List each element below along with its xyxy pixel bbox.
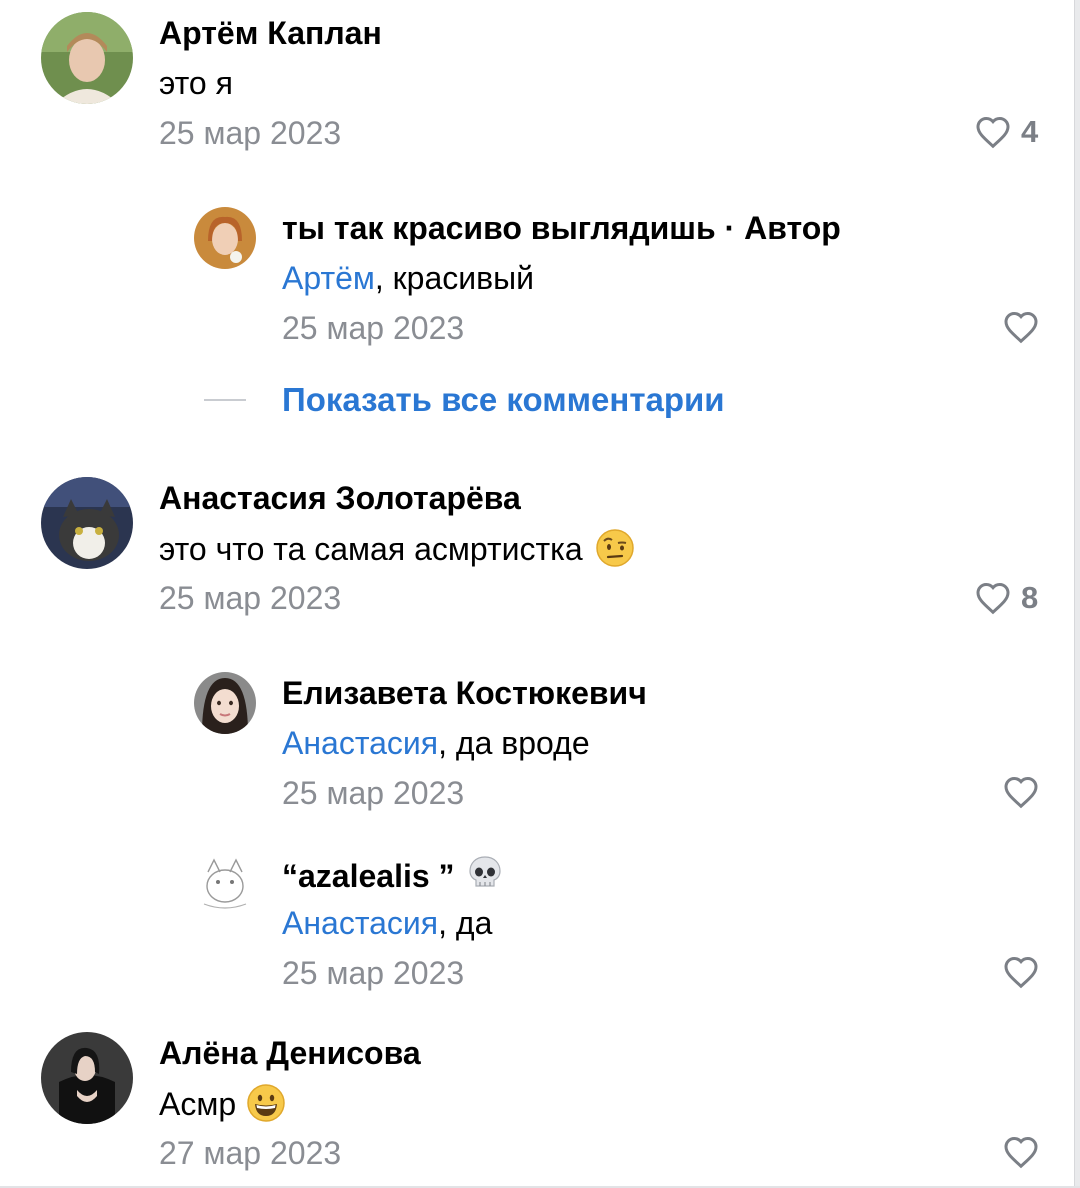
divider-dash bbox=[204, 399, 246, 401]
reply-text-body: , да вроде bbox=[438, 725, 590, 761]
avatar[interactable] bbox=[41, 477, 133, 569]
heart-icon bbox=[976, 116, 1010, 149]
face-with-raised-eyebrow-icon bbox=[595, 529, 634, 567]
mention-link[interactable]: Артём bbox=[282, 260, 375, 296]
reply-author-name[interactable]: ты так красиво выглядишь bbox=[282, 210, 716, 246]
like-button[interactable] bbox=[1003, 1135, 1039, 1169]
heart-icon bbox=[976, 582, 1010, 615]
reply-text: Артём, красивый bbox=[282, 258, 534, 298]
comment-author[interactable]: Анастасия Золотарёва bbox=[159, 478, 521, 518]
comment-text: это что та самая асмртистка bbox=[159, 528, 635, 569]
like-button[interactable] bbox=[1003, 310, 1039, 344]
like-button[interactable] bbox=[1003, 775, 1039, 809]
avatar[interactable] bbox=[194, 852, 256, 914]
heart-icon bbox=[1004, 776, 1038, 809]
comment-text-body: это что та самая асмртистка bbox=[159, 531, 583, 567]
comment-date[interactable]: 25 мар 2023 bbox=[159, 113, 341, 153]
reply-author-name[interactable]: “azalealis ” bbox=[282, 858, 455, 894]
reply-text-body: , да bbox=[438, 905, 493, 941]
avatar[interactable] bbox=[41, 1032, 133, 1124]
mention-link[interactable]: Анастасия bbox=[282, 905, 438, 941]
comment-author[interactable]: Алёна Денисова bbox=[159, 1033, 421, 1073]
like-button[interactable] bbox=[1003, 955, 1039, 989]
reply-date[interactable]: 25 мар 2023 bbox=[282, 773, 464, 813]
heart-icon bbox=[1004, 311, 1038, 344]
reply-text: Анастасия, да вроде bbox=[282, 723, 590, 763]
reply-author[interactable]: Елизавета Костюкевич bbox=[282, 673, 647, 713]
reply-text-body: , красивый bbox=[374, 260, 535, 296]
avatar[interactable] bbox=[41, 12, 133, 104]
scrollbar-track[interactable] bbox=[1074, 0, 1080, 1188]
skull-icon bbox=[468, 856, 501, 887]
avatar[interactable] bbox=[194, 207, 256, 269]
heart-icon bbox=[1004, 956, 1038, 989]
grinning-face-icon bbox=[247, 1084, 285, 1122]
comment-date[interactable]: 27 мар 2023 bbox=[159, 1133, 341, 1173]
mention-link[interactable]: Анастасия bbox=[282, 725, 438, 761]
reply-date[interactable]: 25 мар 2023 bbox=[282, 953, 464, 993]
like-count: 8 bbox=[1021, 580, 1039, 615]
reply-author[interactable]: ты так красиво выглядишь · Автор bbox=[282, 208, 841, 248]
comment-text: это я bbox=[159, 65, 233, 101]
show-all-comments-link[interactable]: Показать все комментарии bbox=[282, 380, 725, 420]
comment-text-body: Асмр bbox=[159, 1086, 237, 1122]
author-badge: · Автор bbox=[715, 210, 841, 246]
avatar[interactable] bbox=[194, 672, 256, 734]
comment-author[interactable]: Артём Каплан bbox=[159, 13, 382, 53]
comment-date[interactable]: 25 мар 2023 bbox=[159, 578, 341, 618]
like-count: 4 bbox=[1021, 114, 1039, 149]
like-button[interactable]: 8 bbox=[975, 580, 1038, 616]
reply-author[interactable]: “azalealis ” bbox=[282, 853, 505, 896]
reply-text: Анастасия, да bbox=[282, 903, 492, 943]
heart-icon bbox=[1004, 1136, 1038, 1169]
like-button[interactable]: 4 bbox=[975, 114, 1038, 150]
comment-text: Асмр bbox=[159, 1083, 286, 1124]
reply-date[interactable]: 25 мар 2023 bbox=[282, 308, 464, 348]
